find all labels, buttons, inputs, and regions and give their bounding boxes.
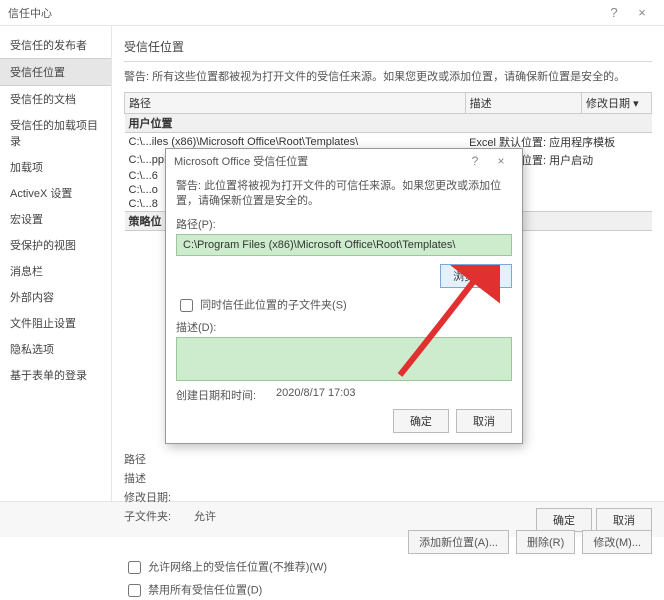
col-date[interactable]: 修改日期 ▾ bbox=[582, 93, 652, 114]
sidebar-item-external-content[interactable]: 外部内容 bbox=[0, 284, 111, 310]
user-locations-header: 用户位置 bbox=[125, 114, 652, 133]
dialog-created-value: 2020/8/17 17:03 bbox=[276, 387, 356, 403]
help-icon[interactable]: ? bbox=[600, 5, 628, 20]
sidebar-item-trusted-addin-catalogs[interactable]: 受信任的加载项目录 bbox=[0, 112, 111, 154]
add-location-button[interactable]: 添加新位置(A)... bbox=[408, 530, 509, 554]
col-path[interactable]: 路径 bbox=[125, 93, 466, 114]
remove-location-button[interactable]: 删除(R) bbox=[516, 530, 575, 554]
dialog-close-icon[interactable]: × bbox=[488, 154, 514, 168]
allow-network-checkbox[interactable] bbox=[128, 561, 141, 574]
sidebar-item-form-signin[interactable]: 基于表单的登录 bbox=[0, 362, 111, 388]
detail-subfolder-label: 子文件夹: bbox=[124, 508, 194, 524]
detail-path-label: 路径 bbox=[124, 451, 194, 467]
browse-button[interactable]: 浏览(B)... bbox=[440, 264, 512, 288]
sidebar-item-message-bar[interactable]: 消息栏 bbox=[0, 258, 111, 284]
window-title: 信任中心 bbox=[8, 5, 600, 21]
sidebar-item-addins[interactable]: 加载项 bbox=[0, 154, 111, 180]
trusted-location-dialog: Microsoft Office 受信任位置 ? × 警告: 此位置将被视为打开… bbox=[165, 148, 523, 444]
sidebar-item-trusted-locations[interactable]: 受信任位置 bbox=[0, 58, 111, 86]
allow-network-label: 允许网络上的受信任位置(不推荐)(W) bbox=[148, 561, 327, 573]
trust-subfolders-label: 同时信任此位置的子文件夹(S) bbox=[200, 299, 347, 311]
dialog-ok-button[interactable]: 确定 bbox=[393, 409, 449, 433]
title-bar: 信任中心 ? × bbox=[0, 0, 664, 26]
disable-all-label: 禁用所有受信任位置(D) bbox=[148, 584, 262, 596]
dialog-path-input[interactable]: C:\Program Files (x86)\Microsoft Office\… bbox=[176, 234, 512, 256]
dialog-cancel-button[interactable]: 取消 bbox=[456, 409, 512, 433]
sidebar-item-privacy-options[interactable]: 隐私选项 bbox=[0, 336, 111, 362]
warning-text: 警告: 所有这些位置都被视为打开文件的受信任来源。如果您更改或添加位置，请确保新… bbox=[124, 68, 652, 84]
sidebar-item-trusted-publishers[interactable]: 受信任的发布者 bbox=[0, 32, 111, 58]
dialog-created-label: 创建日期和时间: bbox=[176, 387, 276, 403]
sidebar-item-protected-view[interactable]: 受保护的视图 bbox=[0, 232, 111, 258]
sidebar-item-activex-settings[interactable]: ActiveX 设置 bbox=[0, 180, 111, 206]
col-desc[interactable]: 描述 bbox=[465, 93, 581, 114]
detail-subfolder-value: 允许 bbox=[194, 508, 216, 524]
sidebar-item-trusted-documents[interactable]: 受信任的文档 bbox=[0, 86, 111, 112]
disable-all-checkbox[interactable] bbox=[128, 584, 141, 597]
sidebar-item-file-block[interactable]: 文件阻止设置 bbox=[0, 310, 111, 336]
dialog-title: Microsoft Office 受信任位置 bbox=[174, 153, 462, 169]
detail-modified-label: 修改日期: bbox=[124, 489, 194, 505]
modify-location-button[interactable]: 修改(M)... bbox=[582, 530, 652, 554]
section-title: 受信任位置 bbox=[124, 34, 652, 61]
dialog-desc-label: 描述(D): bbox=[176, 319, 512, 335]
close-icon[interactable]: × bbox=[628, 5, 656, 20]
sidebar: 受信任的发布者 受信任位置 受信任的文档 受信任的加载项目录 加载项 Activ… bbox=[0, 26, 112, 501]
dialog-path-label: 路径(P): bbox=[176, 216, 512, 232]
sort-desc-icon: ▾ bbox=[633, 98, 639, 110]
dialog-desc-input[interactable] bbox=[176, 337, 512, 381]
sidebar-item-macro-settings[interactable]: 宏设置 bbox=[0, 206, 111, 232]
dialog-help-icon[interactable]: ? bbox=[462, 154, 488, 168]
dialog-warning: 警告: 此位置将被视为打开文件的可信任来源。如果您更改或添加位置，请确保新位置是… bbox=[176, 179, 512, 210]
detail-desc-label: 描述 bbox=[124, 470, 194, 486]
trust-subfolders-checkbox[interactable] bbox=[180, 299, 193, 312]
